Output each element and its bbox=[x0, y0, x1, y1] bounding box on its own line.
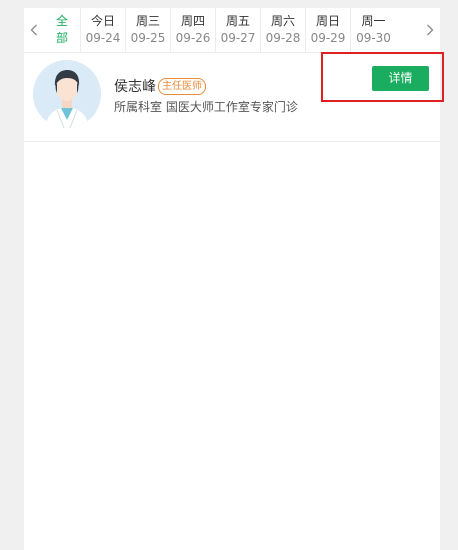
tab-day-1[interactable]: 周三 09-25 bbox=[126, 8, 171, 52]
day-name: 周日 bbox=[315, 14, 340, 28]
next-dates-button[interactable] bbox=[420, 8, 440, 52]
tab-day-5[interactable]: 周日 09-29 bbox=[306, 8, 351, 52]
day-date: 09-24 bbox=[85, 31, 121, 45]
main-panel: 全部 今日 09-24 周三 09-25 周四 09-26 周五 09-27 周… bbox=[24, 8, 440, 550]
detail-button[interactable]: 详情 bbox=[372, 66, 429, 91]
day-name: 周四 bbox=[180, 14, 205, 28]
day-date: 09-25 bbox=[130, 31, 166, 45]
day-date: 09-26 bbox=[175, 31, 211, 45]
date-tabs: 全部 今日 09-24 周三 09-25 周四 09-26 周五 09-27 周… bbox=[44, 8, 396, 52]
doctor-card: 侯志峰 主任医师 所属科室 国医大师工作室专家门诊 详情 bbox=[24, 53, 440, 142]
chevron-left-icon bbox=[30, 24, 38, 36]
doctor-department: 所属科室 国医大师工作室专家门诊 bbox=[114, 100, 298, 114]
doctor-title-badge: 主任医师 bbox=[158, 78, 206, 95]
day-date: 09-28 bbox=[265, 31, 301, 45]
doctor-portrait-icon bbox=[33, 60, 101, 128]
day-name: 周三 bbox=[135, 14, 160, 28]
tab-day-6[interactable]: 周一 09-30 bbox=[351, 8, 396, 52]
tab-all-label: 全部 bbox=[55, 14, 68, 45]
day-name: 周五 bbox=[225, 14, 250, 28]
tab-day-4[interactable]: 周六 09-28 bbox=[261, 8, 306, 52]
prev-dates-button[interactable] bbox=[24, 8, 44, 52]
tab-day-3[interactable]: 周五 09-27 bbox=[216, 8, 261, 52]
day-date: 09-29 bbox=[310, 31, 346, 45]
date-selector-bar: 全部 今日 09-24 周三 09-25 周四 09-26 周五 09-27 周… bbox=[24, 8, 440, 53]
chevron-right-icon bbox=[426, 24, 434, 36]
day-name: 周一 bbox=[361, 14, 386, 28]
day-name: 周六 bbox=[270, 14, 295, 28]
day-name: 今日 bbox=[90, 14, 115, 28]
tab-all[interactable]: 全部 bbox=[44, 8, 81, 52]
tab-day-2[interactable]: 周四 09-26 bbox=[171, 8, 216, 52]
doctor-name: 侯志峰 bbox=[114, 79, 156, 95]
tab-day-0[interactable]: 今日 09-24 bbox=[81, 8, 126, 52]
doctor-avatar bbox=[33, 60, 101, 128]
day-date: 09-27 bbox=[220, 31, 256, 45]
day-date: 09-30 bbox=[356, 31, 391, 45]
